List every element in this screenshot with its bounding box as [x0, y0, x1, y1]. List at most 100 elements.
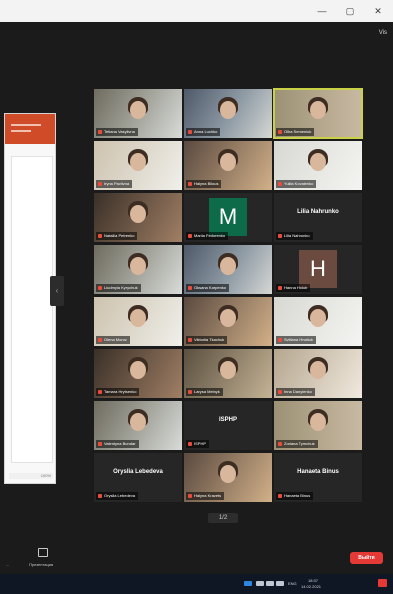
participant-name: Olena Moroz — [104, 337, 127, 342]
clock-time: 18:37 — [308, 578, 319, 583]
participant-nameplate: Tamara Hrytsenko — [96, 388, 140, 396]
participant-nameplate: Olena Moroz — [96, 336, 130, 344]
minimize-button[interactable]: — — [308, 0, 336, 22]
participant-face — [220, 361, 236, 379]
window-titlebar: — ▢ ✕ — [0, 0, 393, 22]
taskbar: ENG 18:37 14.02.2021 — [0, 574, 393, 594]
mic-muted-icon — [98, 390, 102, 394]
participant-name: Oryslia Lebedeva — [104, 493, 136, 498]
share-collapse-button[interactable]: ‹ — [50, 276, 64, 306]
participant-nameplate: Svitlana Hnatiuk — [276, 336, 316, 344]
mic-muted-icon — [278, 338, 282, 342]
participant-nameplate: Olha Semeniuk — [276, 128, 315, 136]
participant-nameplate: Oksana Karpenko — [186, 284, 230, 292]
participant-name: Tetiana Vasylivna — [104, 129, 135, 134]
participant-tile[interactable]: Viktoriia Tkachuk — [184, 297, 272, 346]
participant-name: Anna Luchko — [194, 129, 218, 134]
participant-tile[interactable]: Olha Semeniuk — [273, 88, 363, 139]
end-button[interactable]: Выйти — [350, 552, 383, 564]
participant-nameplate: Hanaeta Binus — [276, 492, 314, 500]
participant-face — [130, 413, 146, 431]
participant-tile[interactable]: Larysa Melnyk — [184, 349, 272, 398]
mic-muted-icon — [188, 130, 192, 134]
participant-tile[interactable]: M Mariia Fedorenko — [184, 193, 272, 242]
participant-tile[interactable]: Tamara Hrytsenko — [94, 349, 182, 398]
participant-name: Halyna Bilous — [194, 181, 219, 186]
present-icon[interactable] — [38, 548, 48, 557]
participant-face — [310, 153, 326, 171]
participant-nameplate: Halyna Bilous — [186, 180, 222, 188]
participant-tile[interactable]: Hanaeta Binus Hanaeta Binus — [274, 453, 362, 502]
participant-face — [220, 309, 236, 327]
maximize-button[interactable]: ▢ — [336, 0, 364, 22]
mic-muted-icon — [278, 234, 282, 238]
toolbar-left-label[interactable]: ... — [6, 562, 9, 567]
present-label[interactable]: Презентация — [29, 562, 53, 567]
participant-nameplate: Nataliia Petrenko — [96, 232, 138, 240]
view-toggle[interactable]: Vis — [379, 30, 387, 36]
mic-muted-icon — [278, 442, 282, 446]
participant-name: ISPHP — [194, 441, 207, 446]
participant-tile[interactable]: Valentyna Bondar — [94, 401, 182, 450]
language-indicator[interactable]: ENG — [288, 581, 297, 586]
close-button[interactable]: ✕ — [364, 0, 392, 22]
participant-tile[interactable]: Halyna Bilous — [184, 141, 272, 190]
participant-tile[interactable]: Nataliia Petrenko — [94, 193, 182, 242]
mic-muted-icon — [98, 286, 102, 290]
participant-face — [310, 101, 326, 119]
participant-tile[interactable]: Oryslia Lebedeva Oryslia Lebedeva — [94, 453, 182, 502]
chevron-up-icon[interactable] — [256, 581, 264, 586]
notification-icon[interactable] — [378, 579, 387, 587]
participant-tile[interactable]: Iryna Pavlivna — [94, 141, 182, 190]
participant-name: Iryna Pavlivna — [104, 181, 130, 186]
participant-tile[interactable]: Oksana Karpenko — [184, 245, 272, 294]
participant-name: Inna Danylenko — [284, 389, 312, 394]
participant-tile[interactable]: Yuliia Kovalenko — [274, 141, 362, 190]
participant-face — [130, 257, 146, 275]
speaker-icon[interactable] — [276, 581, 284, 586]
participant-tile[interactable]: Zoriana Tymchuk — [274, 401, 362, 450]
participant-tile[interactable]: Tetiana Vasylivna — [94, 89, 182, 138]
participant-tile[interactable]: H Hanna Holub — [274, 245, 362, 294]
participant-name: Olha Semeniuk — [284, 129, 312, 134]
share-toolbar-line — [11, 124, 41, 126]
mic-muted-icon — [278, 130, 282, 134]
participant-tile[interactable]: Anna Luchko — [184, 89, 272, 138]
participant-nameplate: Zoriana Tymchuk — [276, 440, 318, 448]
participant-tile[interactable]: Olena Moroz — [94, 297, 182, 346]
page-indicator[interactable]: 1/2 — [208, 513, 238, 523]
participant-nameplate: Viktoriia Tkachuk — [186, 336, 228, 344]
participant-tile[interactable]: Lilia Nahrunko Lilia Nahrunko — [274, 193, 362, 242]
mic-muted-icon — [98, 494, 102, 498]
mic-muted-icon — [188, 494, 192, 498]
share-toolbar — [5, 114, 55, 144]
share-toolbar-line — [11, 130, 31, 132]
participant-tile[interactable]: Liudmyla Kyrychuk — [94, 245, 182, 294]
participant-name: Svitlana Hnatiuk — [284, 337, 313, 342]
participant-display-name: Oryslia Lebedeva — [113, 469, 163, 475]
share-document — [11, 156, 53, 463]
share-zoom: 100% — [40, 473, 51, 478]
mic-muted-icon — [98, 442, 102, 446]
participant-tile[interactable]: Inna Danylenko — [274, 349, 362, 398]
participant-tile[interactable]: ISPHP ISPHP — [184, 401, 272, 450]
participant-name: Lilia Nahrunko — [284, 233, 310, 238]
participant-tile[interactable]: Svitlana Hnatiuk — [274, 297, 362, 346]
participant-face — [310, 361, 326, 379]
participant-name: Viktoriia Tkachuk — [194, 337, 225, 342]
network-icon[interactable] — [266, 581, 274, 586]
participant-name: Nataliia Petrenko — [104, 233, 135, 238]
mic-muted-icon — [188, 234, 192, 238]
participant-nameplate: Anna Luchko — [186, 128, 221, 136]
participant-nameplate: Valentyna Bondar — [96, 440, 139, 448]
participant-name: Liudmyla Kyrychuk — [104, 285, 138, 290]
participant-nameplate: Liudmyla Kyrychuk — [96, 284, 141, 292]
participant-display-name: Hanaeta Binus — [297, 469, 339, 475]
participant-tile[interactable]: Halyna Kravets — [184, 453, 272, 502]
participant-face — [220, 101, 236, 119]
participant-nameplate: Mariia Fedorenko — [186, 232, 229, 240]
participant-nameplate: Iryna Pavlivna — [96, 180, 133, 188]
participant-nameplate: Halyna Kravets — [186, 492, 225, 500]
participant-face — [220, 465, 236, 483]
participant-face — [130, 361, 146, 379]
